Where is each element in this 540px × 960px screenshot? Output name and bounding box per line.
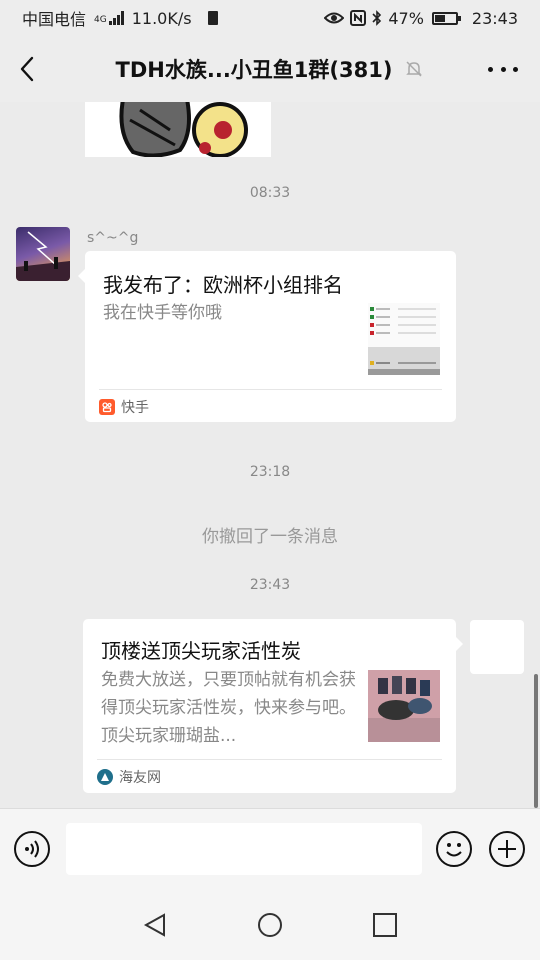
timestamp: 23:43 [249, 577, 291, 593]
bluetooth-icon [372, 10, 382, 26]
mute-bell-icon [406, 61, 423, 77]
navigation-bar [0, 888, 540, 960]
nfc-icon [350, 10, 367, 26]
card-source: 海友网 [97, 767, 161, 787]
carrier-label: 中国电信 [22, 10, 87, 29]
haiyou-icon [97, 769, 113, 785]
emoji-icon[interactable] [436, 831, 472, 867]
more-icon[interactable] [488, 58, 518, 80]
nav-recents-icon[interactable] [370, 910, 400, 940]
shared-link-card[interactable]: 顶楼送顶尖玩家活性炭 免费大放送，只要顶帖就有机会获得顶尖玩家活性炭，快来参与吧… [83, 619, 463, 793]
my-avatar[interactable] [470, 620, 524, 674]
sim-icon [207, 11, 218, 25]
network-type: 4G [94, 15, 107, 25]
shared-link-card[interactable]: 我发布了：欧洲杯小组排名 我在快手等你哦 快手 [78, 251, 456, 422]
chat-title[interactable]: TDH水族...小丑鱼1群(381) [116, 54, 393, 84]
card-source-label: 海友网 [119, 770, 161, 786]
timestamp: 23:18 [249, 464, 291, 480]
scrollbar[interactable] [534, 674, 538, 808]
network-speed: 11.0K/s [131, 8, 192, 28]
card-divider [99, 389, 442, 390]
chat-header: TDH水族...小丑鱼1群(381) [0, 36, 540, 102]
kuaishou-icon [99, 399, 115, 415]
card-source-label: 快手 [121, 400, 149, 416]
status-bar: 中国电信 4G 11.0K/s 47% 23:43 [0, 0, 540, 36]
clock: 23:43 [471, 8, 518, 28]
chat-area[interactable]: 08:33 s^~^g 我发布了：欧洲杯小组排名 我在快手等你哦 快手 23:1… [0, 102, 540, 808]
card-divider [97, 759, 442, 760]
card-thumbnail [368, 303, 440, 375]
card-title: 顶楼送顶尖玩家活性炭 [101, 639, 301, 663]
card-description: 我在快手等你哦 [103, 303, 222, 323]
voice-icon[interactable] [14, 831, 50, 867]
card-description: 免费大放送，只要顶帖就有机会获得顶尖玩家活性炭，快来参与吧。顶尖玩家珊瑚盐... [101, 670, 356, 746]
signal-icon: 4G [94, 11, 124, 25]
battery-percent: 47% [388, 8, 424, 28]
plus-icon[interactable] [489, 831, 525, 867]
card-thumbnail [368, 670, 440, 742]
battery-icon [431, 11, 461, 25]
cartoon-image [85, 102, 271, 157]
avatar[interactable] [16, 227, 70, 281]
previous-image-message[interactable] [85, 102, 271, 157]
sender-name: s^~^g [87, 230, 139, 246]
message-input[interactable] [66, 823, 422, 875]
nav-back-icon[interactable] [140, 910, 170, 940]
recall-notice: 你撤回了一条消息 [202, 527, 338, 547]
input-bar [0, 808, 540, 888]
eye-icon [324, 12, 345, 24]
nav-home-icon[interactable] [255, 910, 285, 940]
card-source: 快手 [99, 397, 149, 417]
timestamp: 08:33 [249, 185, 291, 201]
card-title: 我发布了：欧洲杯小组排名 [103, 273, 343, 297]
